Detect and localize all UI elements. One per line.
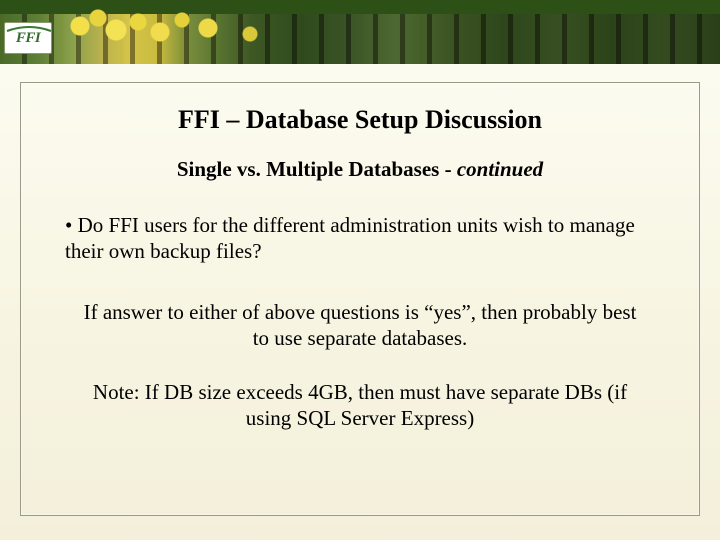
paragraph-answer: If answer to either of above questions i… xyxy=(73,299,647,352)
subtitle-continued: continued xyxy=(457,157,543,181)
bullet-point-1: • Do FFI users for the different adminis… xyxy=(65,212,659,265)
ffi-logo: FFI xyxy=(4,22,52,54)
header-banner: FFI xyxy=(0,0,720,64)
logo-swoosh-icon xyxy=(5,25,53,33)
paragraph-note: Note: If DB size exceeds 4GB, then must … xyxy=(85,379,635,432)
banner-photo-strip xyxy=(0,14,720,64)
slide-content-frame: FFI – Database Setup Discussion Single v… xyxy=(20,82,700,516)
subtitle-main: Single vs. Multiple Databases - xyxy=(177,157,457,181)
slide-subtitle: Single vs. Multiple Databases - continue… xyxy=(55,157,665,182)
slide-title: FFI – Database Setup Discussion xyxy=(55,105,665,135)
